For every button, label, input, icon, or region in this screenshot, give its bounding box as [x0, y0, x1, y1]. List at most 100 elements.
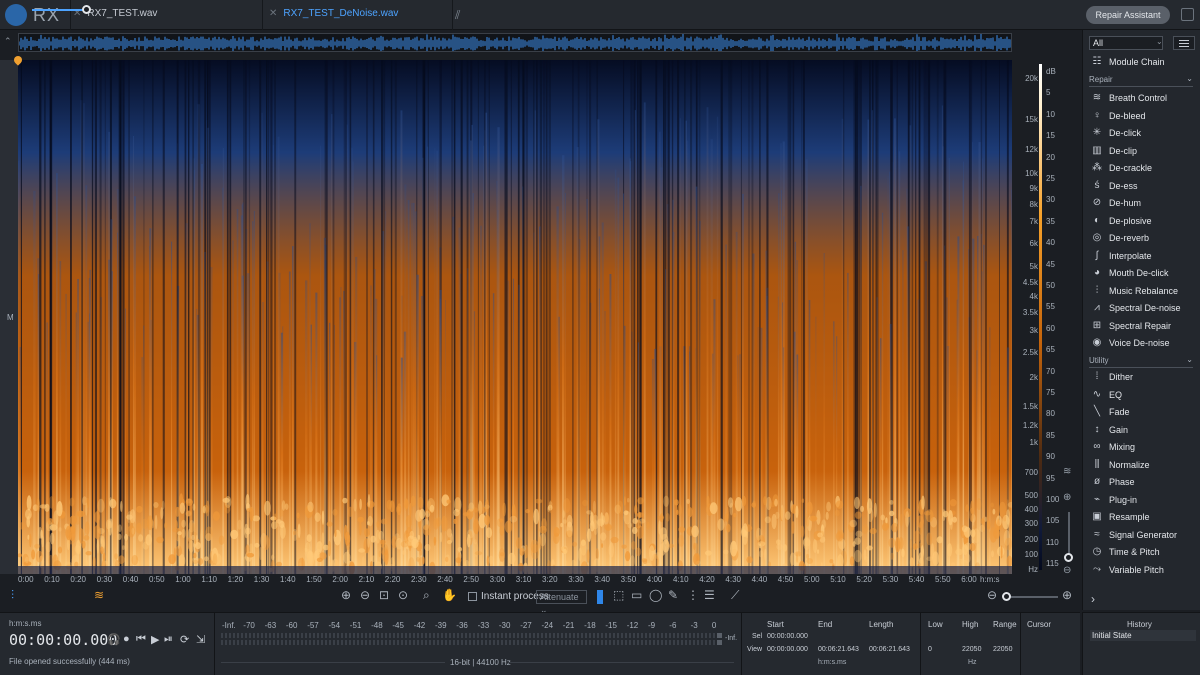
markers-icon[interactable]: ⟋ [731, 588, 739, 603]
utility-module-signal-generator[interactable]: ≈ Signal Generator [1089, 529, 1197, 543]
utility-module-phase[interactable]: ø Phase [1089, 476, 1197, 490]
view-end-field[interactable]: 00:06:21.643 [818, 646, 859, 653]
close-tab-icon[interactable]: ✕ [269, 8, 277, 19]
harmonic-blob [809, 515, 818, 522]
repair-module-de-bleed[interactable]: ♀ De-bleed [1089, 110, 1197, 124]
horizontal-zoom-in-icon[interactable]: ⊕ [1062, 588, 1072, 602]
horizontal-zoom-knob[interactable] [1002, 592, 1011, 601]
repair-module-interpolate[interactable]: ∫ Interpolate [1089, 250, 1197, 264]
spectrogram-mode-icon[interactable]: ≋ [1063, 466, 1071, 477]
repair-module-de-ess[interactable]: ś De-ess [1089, 180, 1197, 194]
collapse-overview-icon[interactable]: ⌃ [4, 36, 12, 47]
utility-module-eq[interactable]: ∿ EQ [1089, 389, 1197, 403]
view-range-field[interactable]: 22050 [993, 646, 1012, 653]
time-selection-tool-icon[interactable] [597, 590, 603, 604]
frequency-selection-tool-icon[interactable]: ⬚ [613, 588, 624, 602]
record-button[interactable]: ● [123, 633, 130, 645]
module-chain-button[interactable]: ☷ Module Chain [1089, 56, 1197, 70]
repair-module-mouth-de-click[interactable]: ◕ Mouth De-click [1089, 267, 1197, 281]
harmonic-blob [852, 541, 856, 547]
harmonic-blob [855, 530, 863, 538]
selection-list-icon[interactable]: ☰ [704, 588, 715, 602]
repair-module-de-plosive[interactable]: ◐ De-plosive [1089, 215, 1197, 229]
time-frequency-selection-tool-icon[interactable]: ▭ [631, 588, 642, 602]
frequency-tick-label: 15k [1025, 115, 1038, 124]
zoom-fit-icon[interactable]: ⊙ [398, 588, 408, 602]
utility-module-gain[interactable]: ↕ Gain [1089, 424, 1197, 438]
harmonic-selection-icon[interactable]: ⋮ [687, 588, 699, 602]
instant-process-checkbox[interactable] [468, 592, 477, 601]
spectrogram-display[interactable] [18, 60, 1012, 574]
zoom-in-icon[interactable]: ⊕ [341, 588, 351, 602]
harmonic-blob [164, 522, 168, 529]
monitor-icon[interactable]: 🎧 [107, 633, 121, 646]
harmonic-blob [245, 527, 251, 535]
sel-start-field[interactable]: 00:00:00.000 [767, 633, 808, 640]
waveform-opacity-knob[interactable] [82, 5, 91, 14]
play-selection-button[interactable]: ⏯ [164, 633, 173, 646]
utility-module-time-pitch[interactable]: ◷ Time & Pitch [1089, 546, 1197, 560]
vertical-zoom-in-icon[interactable]: ⊕ [1063, 492, 1071, 503]
utility-module-dither[interactable]: ⁞ Dither [1089, 371, 1197, 385]
harmonic-blob [763, 496, 767, 506]
waveform-opacity-slider[interactable] [32, 9, 87, 11]
utility-module-variable-pitch[interactable]: ⤳ Variable Pitch [1089, 564, 1197, 578]
vertical-zoom-knob[interactable] [1064, 553, 1073, 562]
tab-overflow-icon[interactable]: ⫽ [455, 8, 460, 23]
waveform-overview[interactable] [18, 33, 1012, 52]
harmonic-blob [592, 500, 596, 514]
loop-button[interactable]: ⟳ [180, 633, 189, 646]
module-list-menu-icon[interactable] [1173, 36, 1195, 50]
chevron-down-icon[interactable]: ⌄ [1156, 37, 1163, 46]
view-start-field[interactable]: 00:00:00.000 [767, 646, 808, 653]
harmonic-blob [138, 534, 144, 542]
repair-section-header[interactable]: Repair ⌄ [1089, 74, 1193, 87]
repair-module-breath-control[interactable]: ≋ Breath Control [1089, 92, 1197, 106]
spectral-streak [739, 354, 742, 574]
horizontal-zoom-out-icon[interactable]: ⊖ [987, 588, 997, 602]
magnify-tool-icon[interactable]: ⌕ [423, 588, 430, 603]
play-button[interactable]: ▶ [151, 633, 159, 646]
output-button[interactable]: ⇲ [196, 633, 205, 646]
expand-panel-icon[interactable]: › [1091, 592, 1095, 606]
view-low-field[interactable]: 0 [928, 646, 932, 653]
time-format-select[interactable]: h:m:s.ms [9, 619, 41, 628]
lasso-tool-icon[interactable]: ◯ [649, 588, 662, 602]
repair-module-voice-de-noise[interactable]: ◉ Voice De-noise [1089, 337, 1197, 351]
utility-section-header[interactable]: Utility ⌄ [1089, 355, 1193, 368]
harmonic-blob [499, 518, 503, 523]
history-item[interactable]: Initial State [1090, 630, 1196, 641]
tab-file-2[interactable]: ✕ RX7_TEST_DeNoise.wav [269, 8, 398, 19]
utility-module-resample[interactable]: ▣ Resample [1089, 511, 1197, 525]
vertical-zoom-out-icon[interactable]: ⊖ [1063, 565, 1071, 576]
repair-module-de-clip[interactable]: ▥ De-clip [1089, 145, 1197, 159]
repair-module-de-hum[interactable]: ⊘ De-hum [1089, 197, 1197, 211]
utility-module-plug-in[interactable]: ⌁ Plug-in [1089, 494, 1197, 508]
repair-module-spectral-de-noise[interactable]: ⩘ Spectral De-noise [1089, 302, 1197, 316]
spectrogram-view-icon[interactable]: ≋ [94, 588, 104, 602]
view-length-field[interactable]: 00:06:21.643 [869, 646, 910, 653]
utility-module-normalize[interactable]: ⫼ Normalize [1089, 459, 1197, 473]
utility-module-mixing[interactable]: ∞ Mixing [1089, 441, 1197, 455]
return-to-start-button[interactable]: ⏮ [136, 633, 146, 646]
utility-module-fade[interactable]: ╲ Fade [1089, 406, 1197, 420]
zoom-selection-icon[interactable]: ⊡ [379, 588, 389, 602]
frequency-tick-label: Hz [1028, 565, 1038, 574]
horizontal-zoom-slider[interactable] [1003, 596, 1058, 598]
repair-module-music-rebalance[interactable]: ⫶ Music Rebalance [1089, 285, 1197, 299]
instant-process-mode-select[interactable]: Attenuate ⌄ [536, 590, 587, 615]
repair-module-de-click[interactable]: ✳ De-click [1089, 127, 1197, 141]
window-toggle-icon[interactable] [1181, 8, 1194, 21]
zoom-out-icon[interactable]: ⊖ [360, 588, 370, 602]
repair-assistant-button[interactable]: Repair Assistant [1086, 6, 1170, 24]
view-high-field[interactable]: 22050 [962, 646, 981, 653]
hand-tool-icon[interactable]: ✋ [442, 588, 457, 602]
module-filter-select[interactable]: All [1089, 36, 1163, 50]
waveform-view-icon[interactable]: ⫶ [11, 588, 14, 603]
brush-tool-icon[interactable]: ✎ [668, 588, 678, 602]
repair-module-de-crackle[interactable]: ⁂ De-crackle [1089, 162, 1197, 176]
repair-module-spectral-repair[interactable]: ⊞ Spectral Repair [1089, 320, 1197, 334]
time-tick-label: 5:40 [908, 575, 925, 584]
harmonic-blob [326, 521, 333, 527]
repair-module-de-reverb[interactable]: ◎ De-reverb [1089, 232, 1197, 246]
